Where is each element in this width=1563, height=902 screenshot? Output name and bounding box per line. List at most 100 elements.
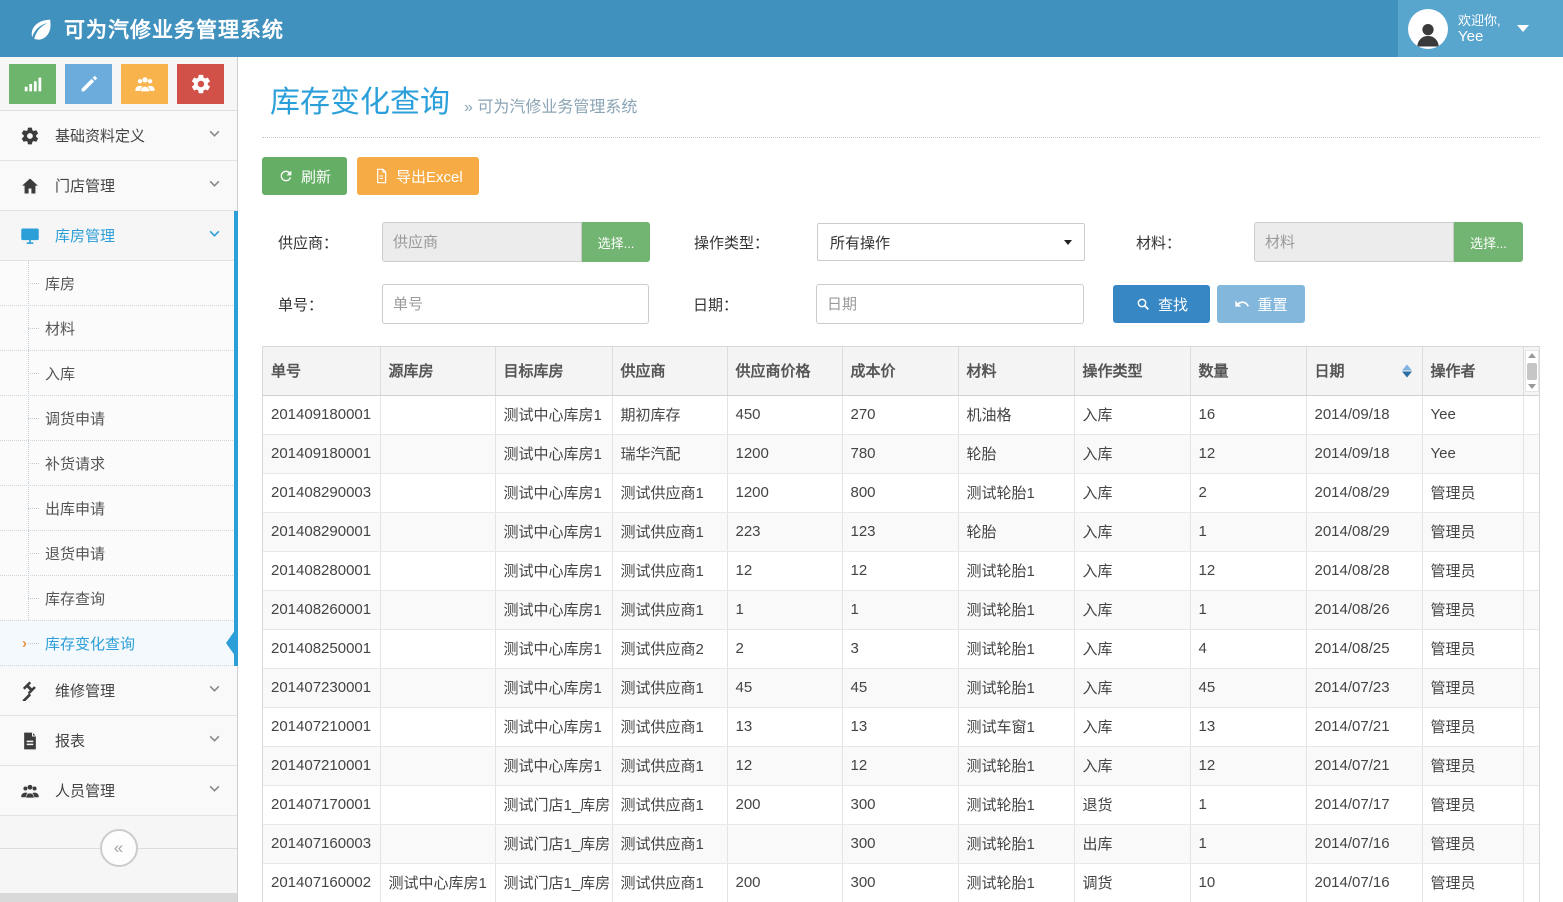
sidebar-item-reports[interactable]: 报表 bbox=[0, 716, 237, 766]
table-cell: 测试供应商1 bbox=[612, 824, 727, 863]
table-cell: 调货 bbox=[1074, 863, 1190, 902]
table-cell: 2014/07/21 bbox=[1306, 707, 1422, 746]
table-cell: 201408260001 bbox=[263, 590, 380, 629]
refresh-button[interactable]: 刷新 bbox=[262, 157, 347, 195]
table-row[interactable]: 201409180001测试中心库房1瑞华汽配1200780轮胎入库122014… bbox=[263, 434, 1540, 473]
table-cell: 管理员 bbox=[1422, 746, 1523, 785]
chevron-down-icon bbox=[208, 682, 221, 699]
user-menu[interactable]: 欢迎你, Yee bbox=[1398, 0, 1563, 57]
table-row[interactable]: 201407210001测试中心库房1测试供应商11212测试轮胎1入库1220… bbox=[263, 746, 1540, 785]
sidebar-subitem[interactable]: ›库存变化查询 bbox=[0, 621, 237, 666]
table-row[interactable]: 201408260001测试中心库房1测试供应商111测试轮胎1入库12014/… bbox=[263, 590, 1540, 629]
table-cell: 出库 bbox=[1074, 824, 1190, 863]
table-cell: 入库 bbox=[1074, 668, 1190, 707]
table-row[interactable]: 201409180001测试中心库房1期初库存450270机油格入库162014… bbox=[263, 395, 1540, 434]
sidebar-item-label: 人员管理 bbox=[55, 780, 115, 801]
sidebar-subitem[interactable]: 库存查询 bbox=[0, 576, 237, 621]
col-header-date[interactable]: 日期 bbox=[1306, 347, 1422, 395]
scroll-up-icon[interactable] bbox=[1528, 353, 1536, 358]
supplier-pick-button[interactable]: 选择... bbox=[582, 222, 650, 262]
table-cell: 入库 bbox=[1074, 395, 1190, 434]
table-cell: 测试中心库房1 bbox=[495, 473, 612, 512]
sidebar-subitem[interactable]: 调货申请 bbox=[0, 396, 237, 441]
table-cell: 200 bbox=[727, 863, 842, 902]
table-row[interactable]: 201408290001测试中心库房1测试供应商1223123轮胎入库12014… bbox=[263, 512, 1540, 551]
table-cell bbox=[380, 551, 495, 590]
collapse-sidebar-button[interactable]: « bbox=[100, 829, 138, 867]
main-content: 库存变化查询 » 可为汽修业务管理系统 刷新 导出Excel 供应商： 选择..… bbox=[239, 57, 1563, 902]
sidebar-subitem[interactable]: 材料 bbox=[0, 306, 237, 351]
operation-type-label: 操作类型： bbox=[694, 232, 817, 253]
table-cell: 测试中心库房1 bbox=[380, 863, 495, 902]
table-cell: 780 bbox=[842, 434, 958, 473]
reset-button[interactable]: 重置 bbox=[1217, 285, 1305, 323]
sidebar-item-warehouse-mgmt[interactable]: 库房管理 bbox=[0, 211, 237, 261]
table-row[interactable]: 201408290003测试中心库房1测试供应商11200800测试轮胎1入库2… bbox=[263, 473, 1540, 512]
sidebar-subitem[interactable]: 库房 bbox=[0, 261, 237, 306]
table-cell: 入库 bbox=[1074, 434, 1190, 473]
table-cell: 12 bbox=[1190, 551, 1306, 590]
search-button[interactable]: 查找 bbox=[1113, 285, 1210, 323]
sidebar-subitem[interactable]: 补货请求 bbox=[0, 441, 237, 486]
table-cell: 测试供应商1 bbox=[612, 590, 727, 629]
table-cell: 2014/07/16 bbox=[1306, 863, 1422, 902]
table-cell: 测试轮胎1 bbox=[958, 785, 1074, 824]
sidebar-bottom-strip bbox=[0, 893, 237, 902]
users-tile[interactable] bbox=[121, 64, 168, 104]
sidebar-subitem[interactable]: 退货申请 bbox=[0, 531, 237, 576]
scroll-thumb[interactable] bbox=[1527, 363, 1537, 380]
table-cell bbox=[380, 434, 495, 473]
username: Yee bbox=[1458, 29, 1501, 45]
sidebar-subitem[interactable]: 入库 bbox=[0, 351, 237, 396]
sidebar-item-stores[interactable]: 门店管理 bbox=[0, 161, 237, 211]
order-no-input[interactable] bbox=[382, 284, 649, 324]
table-cell: 入库 bbox=[1074, 551, 1190, 590]
table-cell: 201408290003 bbox=[263, 473, 380, 512]
export-excel-button[interactable]: 导出Excel bbox=[357, 157, 479, 195]
sort-icon[interactable] bbox=[1402, 364, 1412, 377]
scrollbar-gutter bbox=[1523, 746, 1540, 785]
table-cell: 201407160003 bbox=[263, 824, 380, 863]
table-scrollbar[interactable] bbox=[1523, 347, 1540, 395]
sidebar-subitem-label: 补货请求 bbox=[45, 453, 105, 474]
table-cell: 13 bbox=[727, 707, 842, 746]
scroll-down-icon[interactable] bbox=[1528, 384, 1536, 389]
gears-tile[interactable] bbox=[177, 64, 224, 104]
material-input[interactable] bbox=[1254, 222, 1454, 262]
sidebar-item-personnel[interactable]: 人员管理 bbox=[0, 766, 237, 816]
sidebar-item-repair-mgmt[interactable]: 维修管理 bbox=[0, 666, 237, 716]
table-row[interactable]: 201407170001测试门店1_库房测试供应商1200300测试轮胎1退货1… bbox=[263, 785, 1540, 824]
sidebar-item-base-data[interactable]: 基础资料定义 bbox=[0, 111, 237, 161]
table-cell: 1 bbox=[842, 590, 958, 629]
col-header-quantity: 数量 bbox=[1190, 347, 1306, 395]
vertical-scrollbar[interactable] bbox=[1525, 350, 1539, 392]
sidebar-subitem[interactable]: 出库申请 bbox=[0, 486, 237, 531]
table-cell: 2014/08/26 bbox=[1306, 590, 1422, 629]
operation-type-select[interactable]: 所有操作 bbox=[817, 223, 1085, 261]
supplier-label: 供应商： bbox=[262, 232, 382, 253]
col-header-target-warehouse: 目标库房 bbox=[495, 347, 612, 395]
table-row[interactable]: 201407160003测试门店1_库房测试供应商1300测试轮胎1出库1201… bbox=[263, 824, 1540, 863]
material-pick-button[interactable]: 选择... bbox=[1454, 222, 1523, 262]
table-row[interactable]: 201408250001测试中心库房1测试供应商223测试轮胎1入库42014/… bbox=[263, 629, 1540, 668]
table-cell: 12 bbox=[842, 551, 958, 590]
table-row[interactable]: 201407210001测试中心库房1测试供应商11313测试车窗1入库1320… bbox=[263, 707, 1540, 746]
col-header-supplier: 供应商 bbox=[612, 347, 727, 395]
operation-type-value: 所有操作 bbox=[830, 232, 890, 253]
table-cell: 2014/09/18 bbox=[1306, 434, 1422, 473]
table-row[interactable]: 201407160002测试中心库房1测试门店1_库房测试供应商1200300测… bbox=[263, 863, 1540, 902]
table-cell: 1 bbox=[1190, 590, 1306, 629]
supplier-input[interactable] bbox=[382, 222, 582, 262]
table-row[interactable]: 201408280001测试中心库房1测试供应商11212测试轮胎1入库1220… bbox=[263, 551, 1540, 590]
table-cell: 测试轮胎1 bbox=[958, 746, 1074, 785]
table-header-row: 单号 源库房 目标库房 供应商 供应商价格 成本价 材料 操作类型 数量 日期 … bbox=[263, 347, 1540, 395]
pencil-tile[interactable] bbox=[65, 64, 112, 104]
date-input[interactable] bbox=[816, 284, 1084, 324]
table-cell: 测试中心库房1 bbox=[495, 746, 612, 785]
bar-chart-tile[interactable] bbox=[9, 64, 56, 104]
table-row[interactable]: 201407230001测试中心库房1测试供应商14545测试轮胎1入库4520… bbox=[263, 668, 1540, 707]
refresh-label: 刷新 bbox=[301, 166, 331, 187]
table-cell: 4 bbox=[1190, 629, 1306, 668]
caret-down-icon bbox=[1064, 240, 1072, 245]
table-cell: 201407230001 bbox=[263, 668, 380, 707]
